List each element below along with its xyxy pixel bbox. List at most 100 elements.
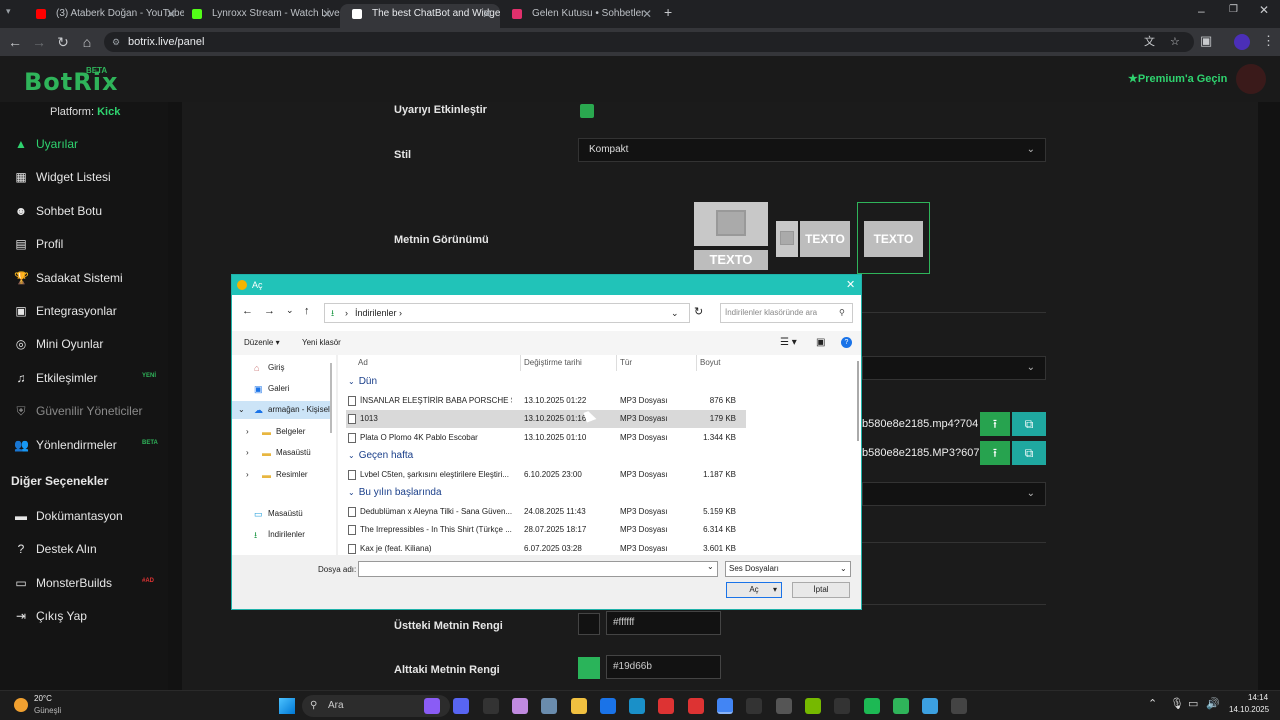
tab-list-icon[interactable]: ▾ xyxy=(6,6,22,22)
sidebar-item[interactable]: ◎ Mini Oyunlar xyxy=(14,334,104,354)
sidebar-item[interactable]: ▲ Uyarılar xyxy=(14,134,78,154)
forward-icon[interactable]: → xyxy=(264,305,275,317)
weather-icon[interactable] xyxy=(14,698,28,712)
refresh-icon[interactable]: ↻ xyxy=(694,305,703,318)
nav-scrollbar[interactable] xyxy=(330,363,332,433)
profile-avatar[interactable] xyxy=(1234,34,1250,50)
chevron-right-icon[interactable]: › xyxy=(246,444,249,462)
folder-search-input[interactable]: İndirilenler klasöründe ara ⚲ xyxy=(720,303,853,323)
capcut-icon[interactable] xyxy=(746,698,763,714)
library-button-2[interactable]: ⧉ xyxy=(1012,441,1046,465)
sidebar-item[interactable]: ? Destek Alın xyxy=(14,539,97,559)
home-icon[interactable]: ⌂ xyxy=(78,33,96,51)
tray-chevron-icon[interactable]: ⌃ xyxy=(1148,697,1157,710)
nav-item[interactable]: ▬ Resimler › xyxy=(232,466,332,484)
site-info-icon[interactable]: ⚙ xyxy=(112,32,120,52)
start-icon[interactable] xyxy=(279,698,295,714)
sidebar-item[interactable]: 🏆 Sadakat Sistemi xyxy=(14,268,123,288)
nav-item[interactable]: ▬ Belgeler › xyxy=(232,423,332,441)
file-explorer-icon[interactable] xyxy=(570,698,587,714)
steam-icon[interactable] xyxy=(629,698,646,714)
sidebar-item[interactable]: ⛨ Güvenilir Yöneticiler xyxy=(14,401,142,421)
settings-icon[interactable] xyxy=(541,698,558,714)
sidebar-item[interactable]: ▤ Profil xyxy=(14,234,63,254)
copilot-icon[interactable] xyxy=(511,698,528,714)
new-tab-icon[interactable]: + xyxy=(664,4,672,20)
obs-icon[interactable] xyxy=(951,698,968,714)
file-row[interactable]: Lvbel C5ten, şarkısını eleştirilere Eleş… xyxy=(346,466,746,484)
sidebar-item[interactable]: ▣ Entegrasyonlar xyxy=(14,301,116,321)
network-icon[interactable]: ▭ xyxy=(1188,697,1198,710)
tab-close-icon[interactable]: ✕ xyxy=(322,4,332,24)
dialog-close-icon[interactable]: ✕ xyxy=(846,275,855,295)
nav-item[interactable]: ▣ Galeri xyxy=(232,380,332,398)
new-folder-button[interactable]: Yeni klasör xyxy=(302,331,341,355)
microphone-icon[interactable]: 🎙 xyxy=(1170,697,1184,710)
help-icon[interactable]: ? xyxy=(841,337,852,348)
file-row[interactable]: Plata O Plomo 4K Pablo Escobar 13.10.2025… xyxy=(346,429,746,447)
sidebar-item[interactable]: ▦ Widget Listesi xyxy=(14,167,110,187)
browser-tab[interactable]: (3) Ataberk Doğan - YouTube ✕ xyxy=(24,4,184,28)
preview-pane-icon[interactable]: ▣ xyxy=(816,331,825,355)
chatgpt-icon[interactable] xyxy=(775,698,792,714)
clock-date[interactable]: 14.10.2025 xyxy=(1229,705,1269,714)
back-icon[interactable]: ← xyxy=(6,33,24,51)
discord-icon[interactable] xyxy=(453,698,470,714)
file-row[interactable]: The Irrepressibles - In This Shirt (Türk… xyxy=(346,521,746,539)
sound-select[interactable]: ⌄ xyxy=(862,356,1046,380)
text-view-option-inline[interactable]: TEXTO xyxy=(776,221,850,257)
sidebar-item[interactable]: ▭ MonsterBuilds #AD xyxy=(14,573,154,593)
widgets-icon[interactable] xyxy=(424,698,440,714)
close-window-icon[interactable]: ✕ xyxy=(1259,3,1269,17)
app-icon[interactable] xyxy=(834,698,851,714)
chrome-icon[interactable] xyxy=(717,698,733,714)
upload-button-1[interactable]: ⭱ xyxy=(980,412,1010,436)
maximize-icon[interactable]: ❐ xyxy=(1229,4,1238,15)
file-row[interactable]: Dedublüman x Aleyna Tilki - Sana Güven..… xyxy=(346,503,746,521)
extensions-icon[interactable]: ▣ xyxy=(1200,33,1212,49)
file-group-header[interactable]: ⌄ Bu yılın başlarında xyxy=(348,484,442,502)
open-button[interactable]: Aç ▾ xyxy=(726,582,782,598)
bottom-text-color-input[interactable]: #19d66b xyxy=(606,655,721,679)
file-group-header[interactable]: ⌄ Geçen hafta xyxy=(348,447,413,465)
chevron-down-icon[interactable]: ⌄ xyxy=(707,562,714,571)
edge-icon[interactable] xyxy=(599,698,616,714)
user-avatar[interactable] xyxy=(1236,64,1266,94)
file-type-filter[interactable]: Ses Dosyaları ⌄ xyxy=(725,561,851,577)
filename-input[interactable]: ⌄ xyxy=(358,561,718,577)
library-button-1[interactable]: ⧉ xyxy=(1012,412,1046,436)
sidebar-item[interactable]: ♫ Etkileşimler YENİ xyxy=(14,368,157,388)
column-header[interactable]: Ad xyxy=(358,355,368,371)
spotify-icon[interactable] xyxy=(863,698,880,714)
screen-icon[interactable] xyxy=(922,698,939,714)
chevron-down-icon[interactable]: ▾ xyxy=(773,583,777,597)
tab-close-icon[interactable]: ✕ xyxy=(642,4,652,24)
nav-item[interactable]: ▬ Masaüstü › xyxy=(232,444,332,462)
file-row[interactable]: 1013 13.10.2025 01:16 MP3 Dosyası 179 KB xyxy=(346,410,746,428)
nav-item[interactable]: ▭ Masaüstü xyxy=(232,505,332,523)
epic-games-icon[interactable] xyxy=(482,698,499,714)
text-view-option-text-only[interactable]: TEXTO xyxy=(857,202,930,274)
app-icon[interactable] xyxy=(687,698,704,714)
sidebar-item[interactable]: 👥 Yönlendirmeler BETA xyxy=(14,435,158,455)
chevron-down-icon[interactable]: ⌄ xyxy=(238,401,245,419)
column-header[interactable]: Değiştirme tarihi xyxy=(524,355,582,371)
chevron-down-icon[interactable]: ⌄ xyxy=(671,304,679,322)
reload-icon[interactable]: ↻ xyxy=(54,33,72,51)
upload-button-2[interactable]: ⭱ xyxy=(980,441,1010,465)
botrix-icon[interactable] xyxy=(892,698,909,714)
chevron-right-icon[interactable]: › xyxy=(246,466,249,484)
top-text-color-swatch[interactable] xyxy=(578,613,600,635)
cancel-button[interactable]: İptal xyxy=(792,582,850,598)
clock-time[interactable]: 14:14 xyxy=(1248,693,1268,702)
browser-tab[interactable]: The best ChatBot and Widgets ✕ xyxy=(340,4,500,28)
nav-item[interactable]: ⌂ Giriş xyxy=(232,359,332,377)
forward-icon[interactable]: → xyxy=(30,33,48,51)
volume-icon[interactable]: 🔊 xyxy=(1206,697,1220,710)
browser-tab[interactable]: Lynroxx Stream - Watch Live on ✕ xyxy=(180,4,340,28)
recent-locations-icon[interactable]: ⌄ xyxy=(286,305,294,316)
top-text-color-input[interactable]: #ffffff xyxy=(606,611,721,635)
tab-close-icon[interactable]: ✕ xyxy=(482,4,492,24)
text-view-option-stacked[interactable]: TEXTO xyxy=(694,202,768,274)
path-box[interactable]: ⭳ › İndirilenler › ⌄ xyxy=(324,303,690,323)
